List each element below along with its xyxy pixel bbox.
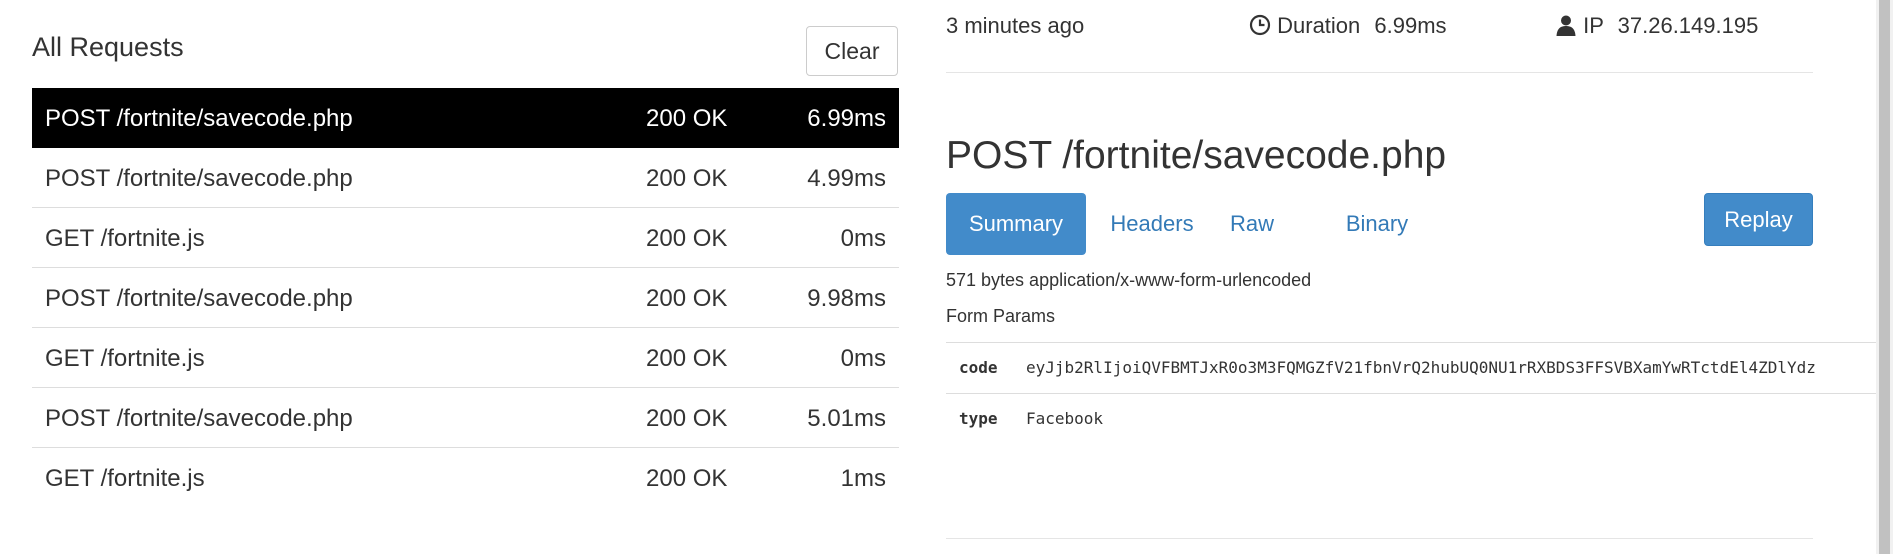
request-duration: 0ms [840, 345, 886, 372]
clear-button[interactable]: Clear [806, 26, 898, 76]
vertical-scrollbar[interactable] [1876, 0, 1893, 554]
request-status: 200 OK [646, 225, 728, 252]
duration-value: 6.99ms [1374, 13, 1447, 38]
tab-headers[interactable]: Headers [1102, 193, 1202, 255]
request-row[interactable]: POST /fortnite/savecode.php 200 OK 5.01m… [32, 388, 899, 448]
request-row[interactable]: POST /fortnite/savecode.php 200 OK 6.99m… [32, 88, 899, 148]
request-path: POST /fortnite/savecode.php [45, 165, 353, 192]
form-params-table: code eyJjb2RlIjoiQVFBMTJxR0o3M3FQMGZfV21… [946, 342, 1893, 444]
request-status: 200 OK [646, 345, 728, 372]
request-status: 200 OK [646, 405, 728, 432]
ip-value: 37.26.149.195 [1617, 13, 1759, 38]
param-value: eyJjb2RlIjoiQVFBMTJxR0o3M3FQMGZfV21fbnVr… [1026, 358, 1816, 377]
request-path: GET /fortnite.js [45, 465, 205, 492]
form-params-label: Form Params [946, 306, 1056, 326]
request-path: GET /fortnite.js [45, 225, 205, 252]
param-key: type [959, 409, 998, 428]
request-status: 200 OK [646, 465, 728, 492]
param-row: type Facebook [946, 394, 1893, 444]
request-path: GET /fortnite.js [45, 345, 205, 372]
request-duration: 9.98ms [807, 285, 886, 312]
body-info: 571 bytes application/x-www-form-urlenco… [946, 270, 1312, 290]
requests-table: POST /fortnite/savecode.php 200 OK 6.99m… [32, 88, 899, 508]
request-row[interactable]: GET /fortnite.js 200 OK 0ms [32, 208, 899, 268]
divider [946, 538, 1813, 539]
clock-icon [1249, 13, 1277, 38]
replay-button[interactable]: Replay [1704, 193, 1813, 246]
param-value: Facebook [1026, 409, 1104, 428]
divider [946, 72, 1813, 73]
request-path: POST /fortnite/savecode.php [45, 285, 353, 312]
request-status: 200 OK [646, 285, 728, 312]
time-ago: 3 minutes ago [946, 13, 1085, 38]
request-duration: 4.99ms [807, 165, 886, 192]
param-row: code eyJjb2RlIjoiQVFBMTJxR0o3M3FQMGZfV21… [946, 343, 1893, 394]
request-title: POST /fortnite/savecode.php [946, 134, 1447, 177]
request-row[interactable]: GET /fortnite.js 200 OK 0ms [32, 328, 899, 388]
user-icon [1555, 13, 1583, 38]
tab-binary[interactable]: Binary [1332, 193, 1422, 255]
scrollbar-thumb[interactable] [1879, 0, 1890, 554]
request-status: 200 OK [646, 105, 728, 132]
ip-meta: IP 37.26.149.195 [1555, 13, 1758, 39]
request-row[interactable]: POST /fortnite/savecode.php 200 OK 9.98m… [32, 268, 899, 328]
detail-tabs: Summary Headers Raw Binary [946, 193, 1813, 255]
tab-raw[interactable]: Raw [1222, 193, 1282, 255]
param-key: code [959, 358, 998, 377]
request-path: POST /fortnite/savecode.php [45, 105, 353, 132]
request-duration: 6.99ms [807, 105, 886, 132]
request-duration: 5.01ms [807, 405, 886, 432]
request-path: POST /fortnite/savecode.php [45, 405, 353, 432]
request-row[interactable]: POST /fortnite/savecode.php 200 OK 4.99m… [32, 148, 899, 208]
tab-summary[interactable]: Summary [946, 193, 1086, 255]
app-root: All Requests Clear POST /fortnite/saveco… [0, 0, 1893, 554]
ip-label: IP [1583, 13, 1604, 38]
duration-meta: Duration 6.99ms [1249, 13, 1447, 39]
request-row[interactable]: GET /fortnite.js 200 OK 1ms [32, 448, 899, 508]
duration-label: Duration [1277, 13, 1361, 38]
request-duration: 0ms [840, 225, 886, 252]
requests-panel-title: All Requests [32, 32, 184, 62]
request-status: 200 OK [646, 165, 728, 192]
request-duration: 1ms [840, 465, 886, 492]
